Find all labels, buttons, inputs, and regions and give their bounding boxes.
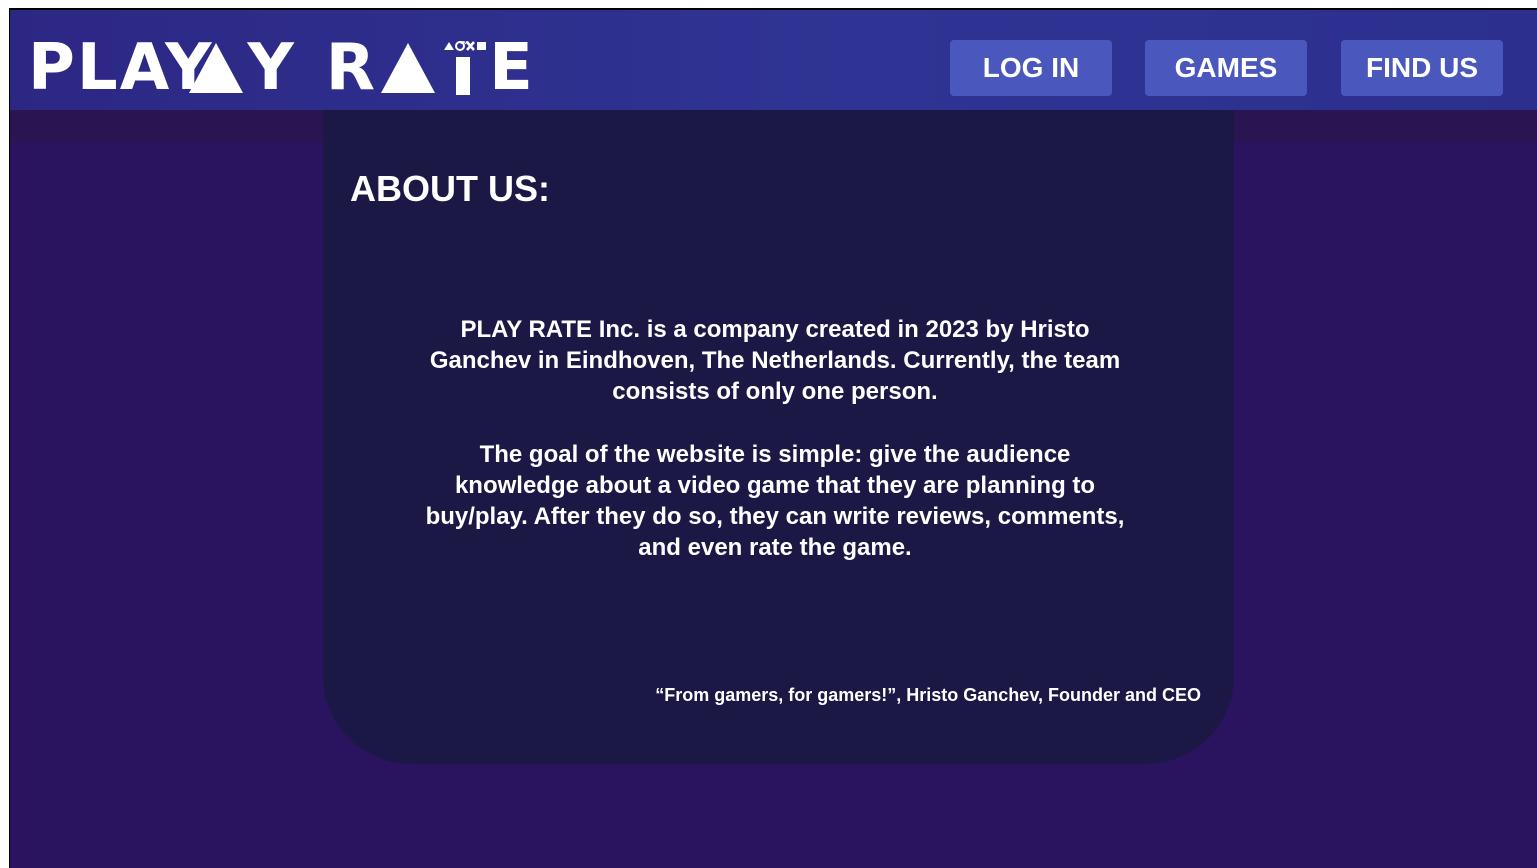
find-us-button[interactable]: FIND US: [1341, 40, 1503, 96]
about-card: ABOUT US: PLAY RATE Inc. is a company cr…: [323, 110, 1234, 764]
about-title: ABOUT US:: [350, 168, 550, 209]
founder-quote: “From gamers, for gamers!”, Hristo Ganch…: [655, 685, 1201, 705]
about-paragraph-goal: The goal of the website is simple: give …: [425, 441, 1125, 561]
about-paragraph-company: PLAY RATE Inc. is a company created in 2…: [429, 316, 1121, 405]
trademark-symbol: ™: [459, 40, 470, 51]
logo-text-play-part: PLAY: [28, 31, 214, 105]
games-button[interactable]: GAMES: [1145, 40, 1307, 96]
logo-text-y: Y: [247, 31, 296, 105]
triangle-icon: [189, 43, 244, 93]
app-frame: PLAY Y R E ™ LOG IN GAMES FIND US ABOUT …: [9, 8, 1537, 868]
logo-text-e: E: [489, 31, 535, 105]
login-button[interactable]: LOG IN: [950, 40, 1112, 96]
logo-text-r: R: [325, 31, 378, 105]
triangle-icon: [381, 43, 436, 93]
header: PLAY Y R E ™ LOG IN GAMES FIND US: [10, 10, 1537, 110]
